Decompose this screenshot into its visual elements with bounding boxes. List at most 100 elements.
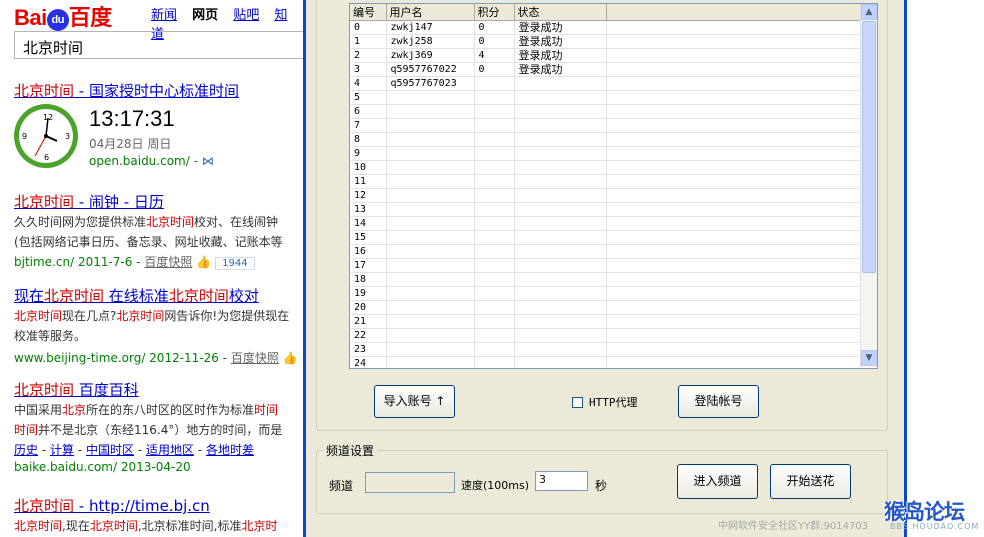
cell-username <box>386 118 475 133</box>
table-scrollbar[interactable]: ▲ ▼ <box>860 4 877 366</box>
cell-empty <box>606 202 861 217</box>
col-header-status[interactable]: 状态 <box>514 4 607 21</box>
result-desc: 时间并不是北京（东经116.4°）地方的时间，而是 <box>14 423 283 437</box>
scroll-down-icon[interactable]: ▼ <box>861 350 877 366</box>
cell-empty <box>606 20 861 35</box>
like-icon[interactable]: 👍 <box>196 255 211 269</box>
cell-id: 23 <box>350 342 387 357</box>
table-row[interactable]: 22 <box>350 328 861 343</box>
table-row[interactable]: 23 <box>350 342 861 357</box>
cell-id: 0 <box>350 20 387 35</box>
baidu-logo[interactable]: Bai du 百度 <box>14 0 112 32</box>
cell-empty <box>606 356 861 368</box>
table-row[interactable]: 10 <box>350 160 861 175</box>
cell-status <box>514 146 607 161</box>
cell-status: 登录成功 <box>514 62 607 77</box>
table-row[interactable]: 24 <box>350 356 861 368</box>
cell-points <box>474 258 515 273</box>
cell-username <box>386 356 475 368</box>
table-row[interactable]: 12 <box>350 188 861 203</box>
sublink[interactable]: 适用地区 <box>146 443 194 457</box>
cell-status <box>514 118 607 133</box>
login-accounts-button[interactable]: 登陆帐号 <box>678 385 759 418</box>
cell-status <box>514 328 607 343</box>
table-row[interactable]: 0 zwkj147 0 登录成功 <box>350 20 861 35</box>
col-header-points[interactable]: 积分 <box>474 4 515 21</box>
cell-username <box>386 132 475 147</box>
col-header-id[interactable]: 编号 <box>350 4 387 21</box>
cell-username <box>386 216 475 231</box>
footer-text: 中网软件安全社区YY群:9014703 <box>718 521 869 532</box>
cell-points <box>474 356 515 368</box>
nav-web[interactable]: 网页 <box>192 8 218 23</box>
enter-channel-button[interactable]: 进入频道 <box>677 464 758 499</box>
table-row[interactable]: 15 <box>350 230 861 245</box>
sublink[interactable]: 中国时区 <box>86 443 134 457</box>
table-row[interactable]: 18 <box>350 272 861 287</box>
cell-id: 15 <box>350 230 387 245</box>
cell-id: 2 <box>350 48 387 63</box>
nav-news[interactable]: 新闻 <box>151 8 177 23</box>
result-url: www.beijing-time.org/ 2012-11-26 - 百度快照 … <box>14 351 298 365</box>
sublink[interactable]: 计算 <box>50 443 74 457</box>
result-title[interactable]: 北京时间 - http://time.bj.cn <box>14 495 310 516</box>
cell-points <box>474 132 515 147</box>
result-title[interactable]: 北京时间 百度百科 <box>14 379 310 400</box>
result-title[interactable]: 北京时间 - 国家授时中心标准时间 <box>14 80 310 101</box>
cell-empty <box>606 132 861 147</box>
cell-empty <box>606 146 861 161</box>
sublink[interactable]: 各地时差 <box>206 443 254 457</box>
table-row[interactable]: 8 <box>350 132 861 147</box>
cell-username <box>386 104 475 119</box>
result-title[interactable]: 北京时间 - 闹钟 - 日历 <box>14 191 310 212</box>
sublink[interactable]: 历史 <box>14 443 38 457</box>
snapshot-link[interactable]: 百度快照 <box>144 255 192 269</box>
nav-tieba[interactable]: 贴吧 <box>233 8 259 23</box>
col-header-username[interactable]: 用户名 <box>386 4 475 21</box>
channel-field[interactable] <box>365 472 455 493</box>
http-proxy-checkbox[interactable] <box>572 397 583 408</box>
cell-id: 22 <box>350 328 387 343</box>
cell-empty <box>606 118 861 133</box>
table-row[interactable]: 6 <box>350 104 861 119</box>
table-row[interactable]: 13 <box>350 202 861 217</box>
share-icon[interactable]: ⋈ <box>202 154 214 168</box>
table-row[interactable]: 19 <box>350 286 861 301</box>
cell-points <box>474 216 515 231</box>
cell-status <box>514 188 607 203</box>
search-input[interactable]: 北京时间 <box>14 31 310 59</box>
cell-username: q5957767023 <box>386 76 475 91</box>
import-accounts-button[interactable]: 导入账号 ↑ <box>374 385 455 418</box>
cell-empty <box>606 286 861 301</box>
snapshot-link[interactable]: 百度快照 <box>231 351 279 365</box>
cell-points <box>474 160 515 175</box>
app-window: 编号 用户名 积分 状态 0 zwkj147 0 登录成功 1 zwkj258 0 登录成功 2… <box>303 0 907 537</box>
like-icon[interactable]: 👍 <box>283 351 298 365</box>
scroll-thumb[interactable] <box>862 21 876 273</box>
scroll-up-icon[interactable]: ▲ <box>861 4 877 20</box>
speed-field[interactable]: 3 <box>535 471 588 491</box>
cell-points: 0 <box>474 34 515 49</box>
table-row[interactable]: 20 <box>350 300 861 315</box>
table-row[interactable]: 21 <box>350 314 861 329</box>
result-title[interactable]: 现在北京时间 在线标准北京时间校对 <box>14 285 310 306</box>
cell-status: 登录成功 <box>514 34 607 49</box>
accounts-table[interactable]: 编号 用户名 积分 状态 0 zwkj147 0 登录成功 1 zwkj258 0 登录成功 2… <box>349 3 878 369</box>
table-row[interactable]: 17 <box>350 258 861 273</box>
cell-username <box>386 258 475 273</box>
table-row[interactable]: 16 <box>350 244 861 259</box>
table-row[interactable]: 9 <box>350 146 861 161</box>
table-row[interactable]: 3 q5957767022 0 登录成功 <box>350 62 861 77</box>
table-row[interactable]: 7 <box>350 118 861 133</box>
result-url: baike.baidu.com/ 2013-04-20 <box>14 460 191 474</box>
result-desc: 北京时间,现在北京时间,北京标准时间,标准北京时 <box>14 519 278 533</box>
table-row[interactable]: 14 <box>350 216 861 231</box>
send-flowers-button[interactable]: 开始送花 <box>770 464 851 499</box>
table-row[interactable]: 2 zwkj369 4 登录成功 <box>350 48 861 63</box>
table-row[interactable]: 11 <box>350 174 861 189</box>
seconds-label: 秒 <box>595 479 608 493</box>
table-row[interactable]: 4 q5957767023 <box>350 76 861 91</box>
table-row[interactable]: 1 zwkj258 0 登录成功 <box>350 34 861 49</box>
cell-username <box>386 272 475 287</box>
table-row[interactable]: 5 <box>350 90 861 105</box>
